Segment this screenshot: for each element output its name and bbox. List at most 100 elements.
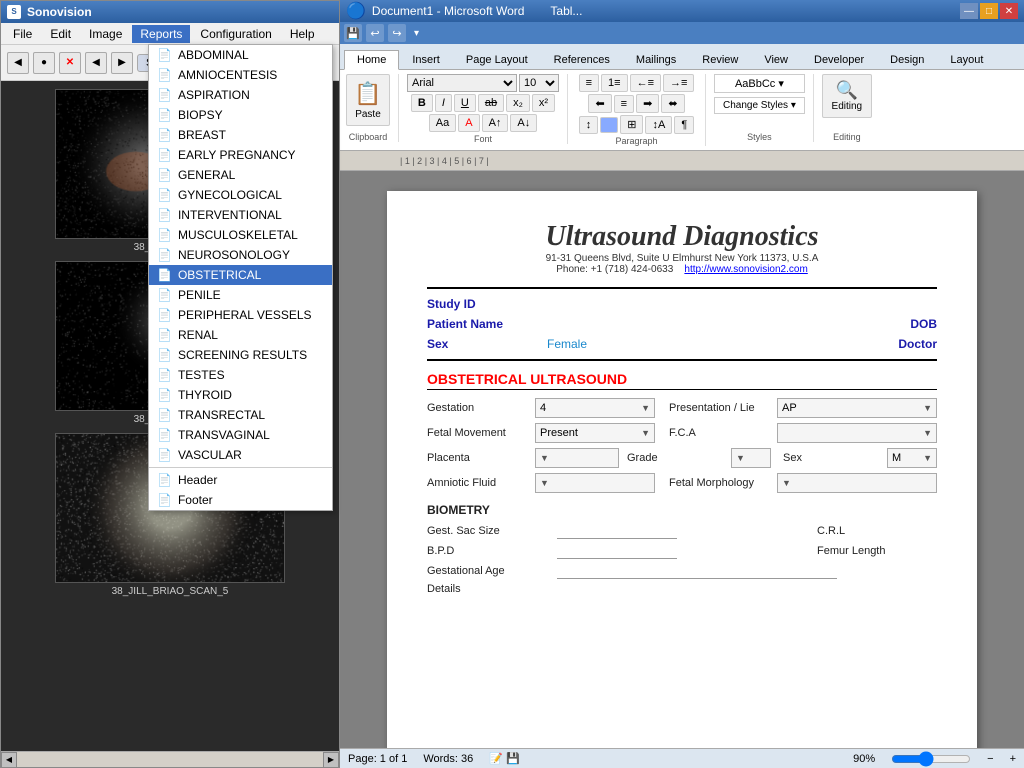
report-peripheral-vessels[interactable]: 📄 PERIPHERAL VESSELS: [149, 305, 332, 325]
font-size-select[interactable]: 10: [519, 74, 559, 92]
report-header[interactable]: 📄 Header: [149, 470, 332, 490]
tab-page-layout[interactable]: Page Layout: [453, 50, 541, 69]
sex-dropdown[interactable]: M ▼: [887, 448, 937, 468]
report-transrectal[interactable]: 📄 TRANSRECTAL: [149, 405, 332, 425]
nav-stop-button[interactable]: ✕: [59, 52, 81, 74]
menu-edit[interactable]: Edit: [42, 25, 79, 43]
gest-sac-field[interactable]: [557, 523, 677, 539]
bullet-list-button[interactable]: ≡: [579, 74, 599, 92]
zoom-slider[interactable]: [891, 751, 971, 767]
report-aspiration[interactable]: 📄 ASPIRATION: [149, 85, 332, 105]
nav-forward-button[interactable]: ●: [33, 52, 55, 74]
presentation-dropdown[interactable]: AP ▼: [777, 398, 937, 418]
report-renal[interactable]: 📄 RENAL: [149, 325, 332, 345]
align-center-button[interactable]: ≡: [614, 95, 634, 113]
menu-configuration[interactable]: Configuration: [192, 25, 279, 43]
shrink-font-button[interactable]: A↓: [510, 114, 537, 132]
report-penile[interactable]: 📄 PENILE: [149, 285, 332, 305]
scroll-track[interactable]: [17, 752, 323, 767]
scroll-right-arrow[interactable]: ▶: [323, 752, 339, 768]
report-vascular[interactable]: 📄 VASCULAR: [149, 445, 332, 465]
report-screening-results[interactable]: 📄 SCREENING RESULTS: [149, 345, 332, 365]
clinic-website[interactable]: http://www.sonovision2.com: [684, 264, 807, 275]
document-scroll[interactable]: Ultrasound Diagnostics 91-31 Queens Blvd…: [340, 171, 1024, 748]
menu-reports[interactable]: Reports: [132, 25, 190, 43]
italic-button[interactable]: I: [435, 94, 452, 112]
justify-button[interactable]: ⬌: [661, 94, 684, 113]
report-transvaginal[interactable]: 📄 TRANSVAGINAL: [149, 425, 332, 445]
tab-review[interactable]: Review: [689, 50, 751, 69]
font-color-button[interactable]: A: [458, 114, 479, 132]
amniotic-dropdown[interactable]: ▼: [535, 473, 655, 493]
report-biopsy[interactable]: 📄 BIOPSY: [149, 105, 332, 125]
redo-button[interactable]: ↪: [388, 24, 406, 42]
underline-button[interactable]: U: [454, 94, 476, 112]
report-breast[interactable]: 📄 BREAST: [149, 125, 332, 145]
paste-button[interactable]: 📋 Paste: [346, 74, 390, 126]
placenta-dropdown[interactable]: ▼: [535, 448, 619, 468]
tab-mailings[interactable]: Mailings: [623, 50, 689, 69]
maximize-button[interactable]: □: [980, 3, 998, 19]
line-spacing-button[interactable]: ↕: [579, 116, 599, 134]
scroll-left-arrow[interactable]: ◀: [1, 752, 17, 768]
report-neurosonology[interactable]: 📄 NEUROSONOLOGY: [149, 245, 332, 265]
tab-insert[interactable]: Insert: [399, 50, 453, 69]
report-musculoskeletal[interactable]: 📄 MUSCULOSKELETAL: [149, 225, 332, 245]
fca-dropdown[interactable]: ▼: [777, 423, 937, 443]
undo-button[interactable]: ↩: [366, 24, 384, 42]
gestational-age-field[interactable]: [557, 563, 837, 579]
fetal-movement-dropdown[interactable]: Present ▼: [535, 423, 655, 443]
styles-label: Styles: [747, 132, 772, 142]
borders-button[interactable]: ⊞: [620, 115, 643, 134]
align-right-button[interactable]: ➡: [636, 94, 659, 113]
superscript-button[interactable]: x²: [532, 94, 555, 112]
report-testes[interactable]: 📄 TESTES: [149, 365, 332, 385]
fetal-morphology-dropdown[interactable]: ▼: [777, 473, 937, 493]
font-family-select[interactable]: Arial: [407, 74, 517, 92]
gestation-dropdown[interactable]: 4 ▼: [535, 398, 655, 418]
report-obstetrical[interactable]: 📄 OBSTETRICAL: [149, 265, 332, 285]
report-early-pregnancy[interactable]: 📄 EARLY PREGNANCY: [149, 145, 332, 165]
menu-help[interactable]: Help: [282, 25, 323, 43]
bpd-field[interactable]: [557, 543, 677, 559]
align-left-button[interactable]: ⬅: [588, 94, 611, 113]
shading-button[interactable]: [600, 117, 618, 133]
tab-design[interactable]: Design: [877, 50, 937, 69]
report-gynecological[interactable]: 📄 GYNECOLOGICAL: [149, 185, 332, 205]
editing-button[interactable]: 🔍 Editing: [822, 74, 872, 118]
change-styles-button[interactable]: Change Styles ▾: [714, 97, 805, 114]
increase-indent-button[interactable]: →≡: [663, 74, 694, 92]
decrease-indent-button[interactable]: ←≡: [630, 74, 661, 92]
bold-button[interactable]: B: [411, 94, 433, 112]
menu-file[interactable]: File: [5, 25, 40, 43]
grade-dropdown[interactable]: ▼: [731, 448, 771, 468]
tab-view[interactable]: View: [751, 50, 801, 69]
nav-back-button[interactable]: ◀: [7, 52, 29, 74]
tab-layout[interactable]: Layout: [937, 50, 996, 69]
show-marks-button[interactable]: ¶: [674, 116, 694, 134]
report-interventional[interactable]: 📄 INTERVENTIONAL: [149, 205, 332, 225]
nav-go-button[interactable]: ▶: [111, 52, 133, 74]
report-footer[interactable]: 📄 Footer: [149, 490, 332, 510]
grow-font-button[interactable]: A↑: [482, 114, 509, 132]
nav-refresh-button[interactable]: ◀: [85, 52, 107, 74]
tab-developer[interactable]: Developer: [801, 50, 877, 69]
tab-home[interactable]: Home: [344, 50, 399, 70]
report-thyroid[interactable]: 📄 THYROID: [149, 385, 332, 405]
save-button[interactable]: 💾: [344, 24, 362, 42]
quick-styles-button[interactable]: AaBbCc ▾: [714, 74, 805, 93]
minimize-button[interactable]: —: [960, 3, 978, 19]
zoom-minus-icon[interactable]: −: [987, 753, 993, 765]
strikethrough-button[interactable]: ab: [478, 94, 504, 112]
tab-references[interactable]: References: [541, 50, 623, 69]
close-button[interactable]: ✕: [1000, 3, 1018, 19]
report-amniocentesis[interactable]: 📄 AMNIOCENTESIS: [149, 65, 332, 85]
subscript-button[interactable]: x₂: [506, 94, 530, 112]
report-abdominal[interactable]: 📄 ABDOMINAL: [149, 45, 332, 65]
report-general[interactable]: 📄 GENERAL: [149, 165, 332, 185]
number-list-button[interactable]: 1≡: [601, 74, 628, 92]
menu-image[interactable]: Image: [81, 25, 130, 43]
sort-button[interactable]: ↕A: [645, 116, 672, 134]
clear-format-button[interactable]: Aa: [429, 114, 456, 132]
zoom-plus-icon[interactable]: +: [1010, 753, 1016, 765]
